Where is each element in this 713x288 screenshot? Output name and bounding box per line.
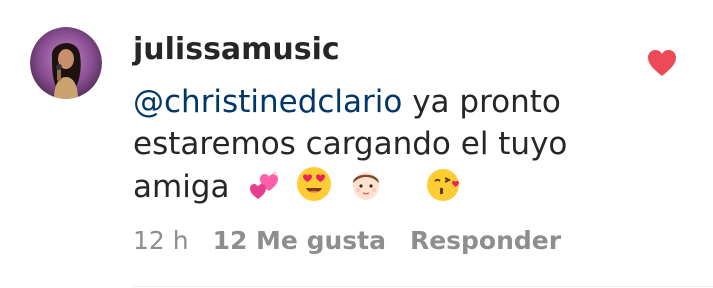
comment-text-part: amiga — [133, 169, 230, 205]
comment-text: @christinedclario ya pronto estaremos ca… — [133, 81, 633, 208]
comment-item: julissamusic @christinedclario ya pronto… — [0, 0, 713, 288]
heart-eyes-emoji — [295, 165, 333, 203]
likes-count-link[interactable]: 12 Me gusta — [213, 224, 386, 258]
avatar[interactable] — [30, 27, 102, 99]
comment-line-3: amiga — [133, 165, 633, 208]
kissing-heart-emoji — [425, 165, 463, 203]
mention-link[interactable]: @christinedclario — [133, 84, 402, 120]
comment-text-part: ya pronto — [402, 84, 561, 120]
like-heart-icon[interactable] — [646, 48, 678, 78]
boy-emoji — [347, 165, 385, 203]
reply-button[interactable]: Responder — [410, 224, 561, 258]
comment-meta: 12 h 12 Me gusta Responder — [133, 224, 561, 258]
username[interactable]: julissamusic — [133, 30, 340, 70]
two-hearts-emoji — [247, 165, 285, 203]
divider — [133, 286, 713, 287]
comment-line-1: @christinedclario ya pronto — [133, 81, 633, 123]
comment-line-2: estaremos cargando el tuyo — [133, 126, 568, 162]
timestamp: 12 h — [133, 226, 189, 255]
